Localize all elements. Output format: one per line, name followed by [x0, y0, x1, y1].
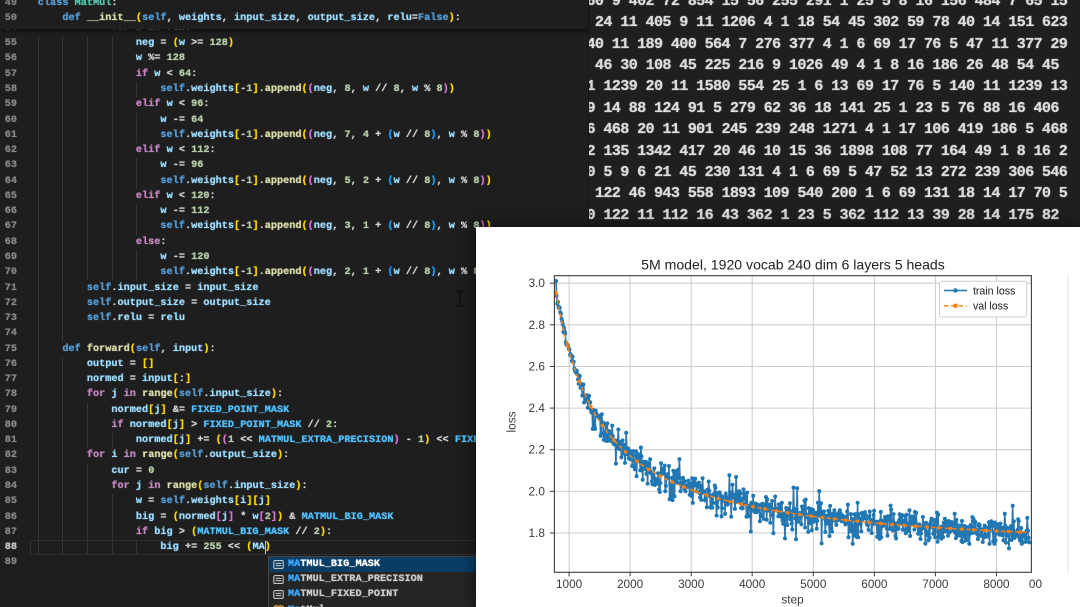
- svg-text:train loss: train loss: [973, 285, 1015, 297]
- svg-text:8000: 8000: [983, 578, 1010, 591]
- svg-text:2.4: 2.4: [528, 402, 545, 415]
- svg-text:2.2: 2.2: [528, 444, 544, 457]
- svg-text:2.0: 2.0: [528, 485, 545, 498]
- svg-text:5M model, 1920 vocab 240 dim 6: 5M model, 1920 vocab 240 dim 6 layers 5 …: [641, 256, 945, 272]
- svg-text:val loss: val loss: [973, 301, 1008, 313]
- svg-text:step: step: [781, 593, 804, 606]
- svg-text:2000: 2000: [617, 578, 644, 591]
- svg-text:loss: loss: [505, 411, 518, 432]
- svg-text:6000: 6000: [861, 578, 888, 591]
- svg-text:3000: 3000: [678, 578, 705, 591]
- svg-text:5000: 5000: [800, 578, 827, 591]
- svg-text:2.6: 2.6: [528, 360, 545, 373]
- svg-text:1000: 1000: [556, 578, 583, 591]
- svg-text:4000: 4000: [739, 578, 766, 591]
- svg-text:7000: 7000: [922, 578, 949, 591]
- svg-text:3.0: 3.0: [528, 277, 545, 290]
- svg-text:2.8: 2.8: [528, 319, 545, 332]
- svg-text:1.8: 1.8: [528, 527, 545, 540]
- svg-text:00: 00: [1029, 578, 1043, 591]
